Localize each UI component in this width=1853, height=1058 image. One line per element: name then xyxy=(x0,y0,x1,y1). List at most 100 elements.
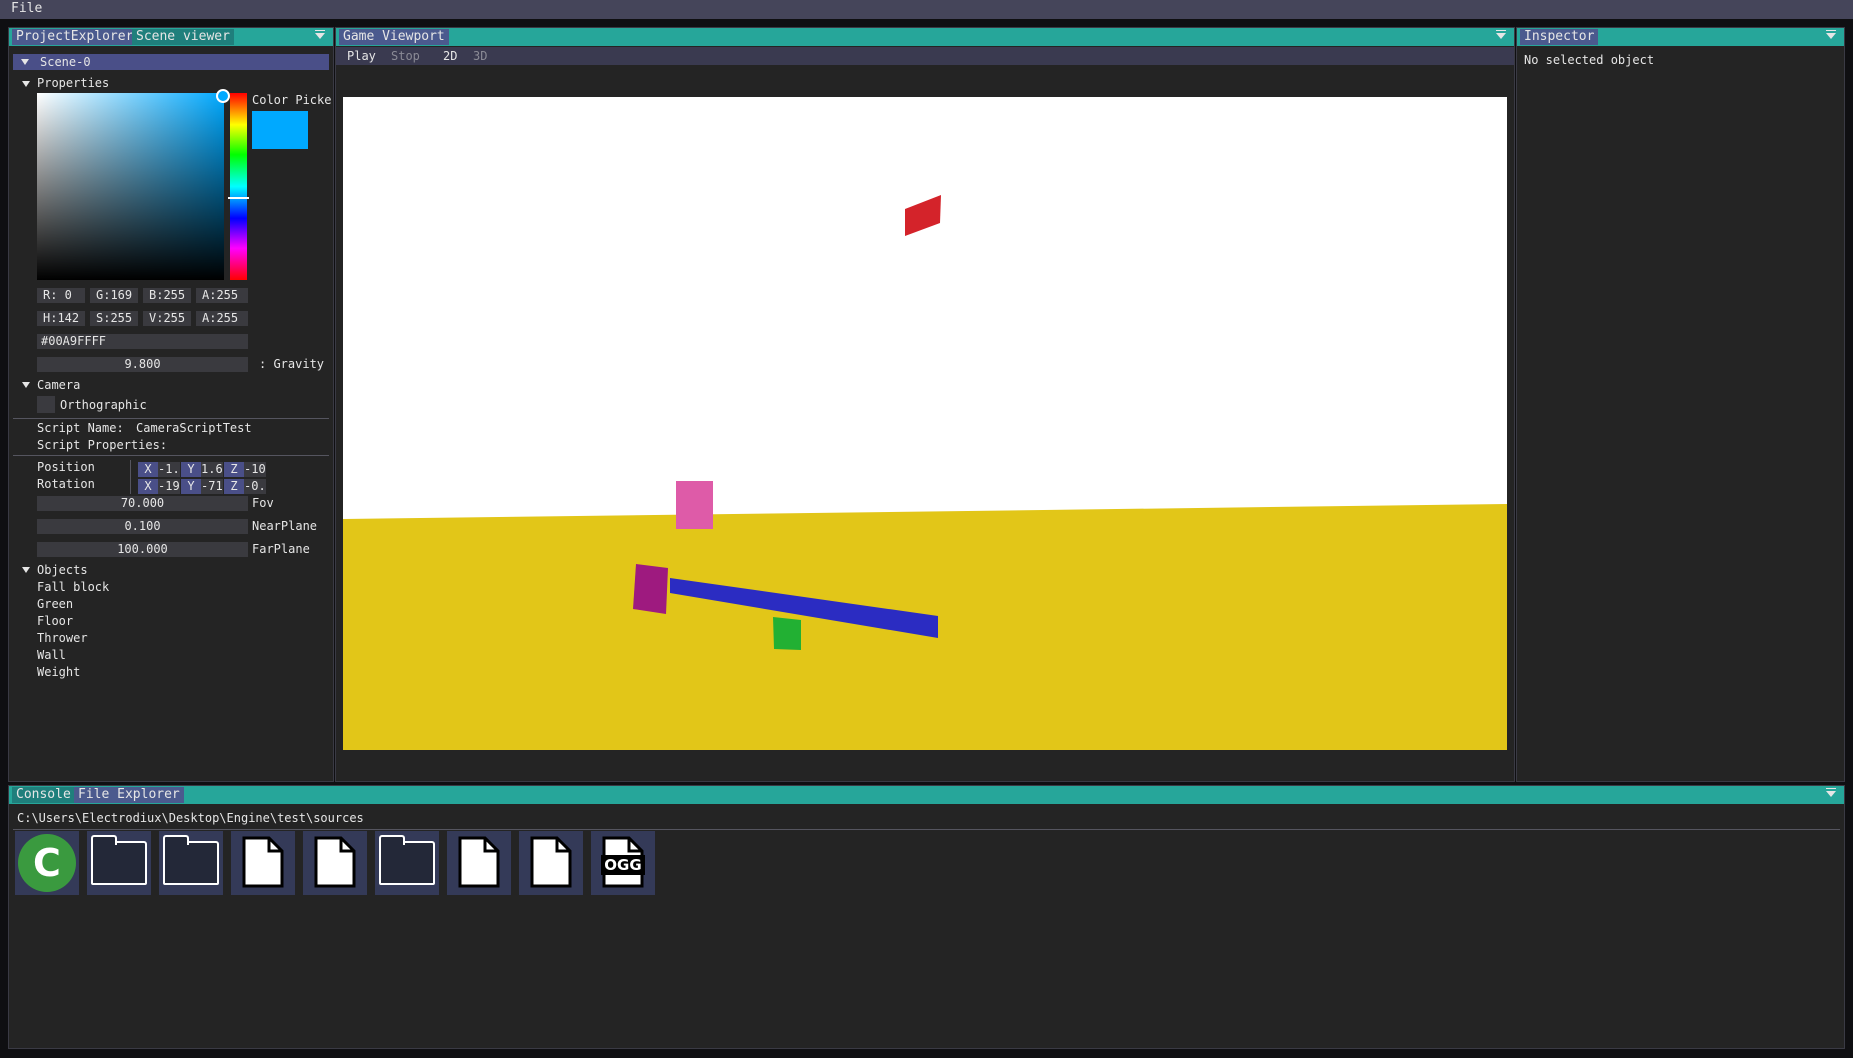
far-plane-field[interactable]: 100.000 xyxy=(37,542,248,557)
alpha-field[interactable]: A:255 xyxy=(196,288,248,303)
object-item-wall[interactable]: Wall xyxy=(37,648,66,662)
object-item-fall-block[interactable]: Fall block xyxy=(37,580,109,594)
file-item[interactable] xyxy=(303,831,367,895)
file-item[interactable]: OGG xyxy=(591,831,655,895)
near-plane-label: NearPlane xyxy=(252,519,318,533)
scene-node[interactable]: Scene-0 xyxy=(13,54,329,70)
red-field[interactable]: R: 0 xyxy=(37,288,85,303)
tab-inspector[interactable]: Inspector xyxy=(1520,29,1599,45)
fov-label: Fov xyxy=(252,496,274,510)
properties-header[interactable]: Properties xyxy=(37,76,109,90)
hue-marker[interactable] xyxy=(228,197,249,199)
green-field[interactable]: G:169 xyxy=(90,288,138,303)
rotation-x-label: X xyxy=(138,479,158,494)
near-plane-field[interactable]: 0.100 xyxy=(37,519,248,534)
play-button[interactable]: Play xyxy=(347,49,376,63)
viewport-toolbar: Play Stop 2D 3D xyxy=(336,47,1514,65)
camera-expand-icon[interactable] xyxy=(22,382,30,388)
file-item[interactable] xyxy=(375,831,439,895)
folder-icon xyxy=(163,835,219,885)
inspector-panel: Inspector No selected object xyxy=(1516,27,1845,782)
mode-3d-button[interactable]: 3D xyxy=(473,49,487,63)
object-item-weight[interactable]: Weight xyxy=(37,665,80,679)
gravity-field[interactable]: 9.800 xyxy=(37,357,248,372)
mode-2d-button[interactable]: 2D xyxy=(443,49,457,63)
hue-bar[interactable] xyxy=(230,93,247,280)
rotation-z-label: Z xyxy=(224,479,244,494)
value-field[interactable]: V:255 xyxy=(143,311,191,326)
position-x-field[interactable]: -1. xyxy=(158,462,180,477)
document-icon xyxy=(242,836,284,888)
object-item-floor[interactable]: Floor xyxy=(37,614,73,628)
position-y-field[interactable]: 1.6 xyxy=(201,462,223,477)
file-item[interactable] xyxy=(447,831,511,895)
script-name-value: CameraScriptTest xyxy=(136,421,252,435)
panel-menu-icon[interactable] xyxy=(1826,788,1836,797)
file-item[interactable] xyxy=(231,831,295,895)
saturation-field[interactable]: S:255 xyxy=(90,311,138,326)
blue-field[interactable]: B:255 xyxy=(143,288,191,303)
fov-field[interactable]: 70.000 xyxy=(37,496,248,511)
object-item-thrower[interactable]: Thrower xyxy=(37,631,88,645)
tab-project-explorer[interactable]: ProjectExplorer xyxy=(12,29,138,45)
file-item[interactable] xyxy=(159,831,223,895)
orthographic-checkbox[interactable] xyxy=(37,396,55,413)
viewport-tabbar: Game Viewport xyxy=(336,28,1514,46)
rotation-z-field[interactable]: -0. xyxy=(244,479,266,494)
objects-header[interactable]: Objects xyxy=(37,563,88,577)
rotation-y-field[interactable]: -71 xyxy=(201,479,223,494)
position-z-label: Z xyxy=(224,462,244,477)
rotation-label: Rotation xyxy=(37,477,95,491)
objects-expand-icon[interactable] xyxy=(22,567,30,573)
document-icon xyxy=(314,836,356,888)
hue-field[interactable]: H:142 xyxy=(37,311,85,326)
tab-file-explorer[interactable]: File Explorer xyxy=(74,787,184,803)
tab-console[interactable]: Console xyxy=(12,787,75,803)
folder-icon xyxy=(379,835,435,885)
left-panel-tabbar: ProjectExplorer Scene viewer xyxy=(9,28,333,46)
bottom-tabbar: Console File Explorer xyxy=(9,786,1844,804)
weight-block-object xyxy=(633,564,668,614)
position-y-label: Y xyxy=(181,462,201,477)
gravity-label: : Gravity xyxy=(259,357,325,371)
expand-arrow-icon xyxy=(21,59,29,65)
panel-menu-icon[interactable] xyxy=(1826,30,1836,39)
tab-game-viewport[interactable]: Game Viewport xyxy=(339,29,449,45)
position-x-label: X xyxy=(138,462,158,477)
properties-expand-icon[interactable] xyxy=(22,81,30,87)
alpha-field-hsv[interactable]: A:255 xyxy=(196,311,248,326)
rotation-x-field[interactable]: -19 xyxy=(158,479,180,494)
panel-menu-icon[interactable] xyxy=(315,30,325,39)
green-block-object xyxy=(773,617,801,650)
file-explorer-path: C:\Users\Electrodiux\Desktop\Engine\test… xyxy=(17,811,364,825)
color-picker-handle[interactable] xyxy=(216,89,230,103)
position-label: Position xyxy=(37,460,95,474)
pink-block-object xyxy=(676,481,713,529)
stop-button[interactable]: Stop xyxy=(391,49,420,63)
document-icon xyxy=(530,836,572,888)
file-item[interactable] xyxy=(519,831,583,895)
camera-header[interactable]: Camera xyxy=(37,378,80,392)
rotation-y-label: Y xyxy=(181,479,201,494)
orthographic-label: Orthographic xyxy=(60,398,147,412)
object-item-green[interactable]: Green xyxy=(37,597,73,611)
color-picker-label: Color Picke xyxy=(252,93,332,107)
camera-separator-2 xyxy=(13,455,329,456)
inspector-tabbar: Inspector xyxy=(1517,28,1844,46)
script-properties-label: Script Properties: xyxy=(37,438,168,452)
camera-separator-1 xyxy=(13,418,329,419)
scene-node-label: Scene-0 xyxy=(40,55,91,69)
position-z-field[interactable]: -10 xyxy=(244,462,266,477)
file-item[interactable] xyxy=(87,831,151,895)
tab-scene-viewer[interactable]: Scene viewer xyxy=(132,29,234,45)
script-name-label: Script Name: xyxy=(37,421,124,435)
ogg-label: OGG xyxy=(604,856,642,874)
color-swatch[interactable] xyxy=(252,111,308,149)
folder-icon xyxy=(91,835,147,885)
panel-menu-icon[interactable] xyxy=(1496,30,1506,39)
file-menu[interactable]: File xyxy=(11,1,42,16)
saturation-value-square[interactable] xyxy=(37,93,224,280)
file-item[interactable]: C xyxy=(15,831,79,895)
hex-field[interactable]: #00A9FFFF xyxy=(37,334,248,349)
game-render-canvas[interactable] xyxy=(343,97,1507,750)
